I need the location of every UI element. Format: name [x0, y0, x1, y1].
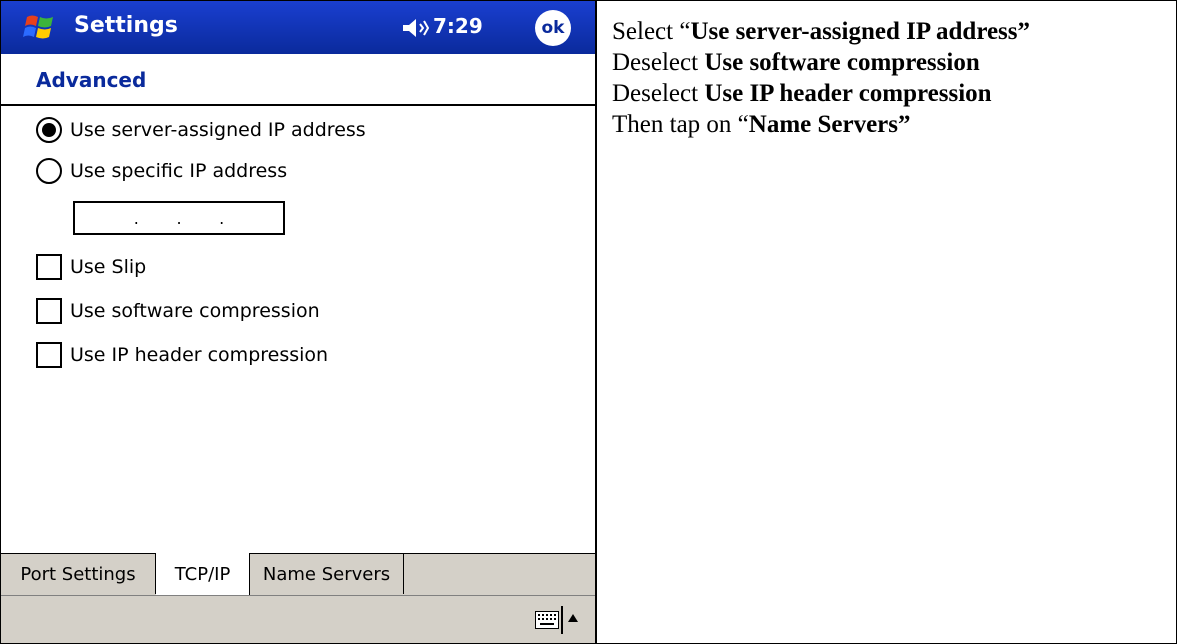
checkbox-label: Use Slip [70, 256, 147, 278]
keyboard-icon[interactable] [535, 611, 559, 629]
checkbox-use-slip[interactable]: Use Slip [36, 254, 146, 280]
instruction-pre: Deselect [612, 49, 705, 76]
instruction-line: Then tap on “Name Servers” [612, 109, 1172, 140]
radio-label: Use server-assigned IP address [70, 119, 366, 141]
windows-start-icon[interactable] [23, 11, 57, 43]
tab-port-settings[interactable]: Port Settings [1, 554, 156, 594]
column-divider [595, 0, 597, 644]
command-bar [1, 595, 595, 643]
arrow-up-icon[interactable] [567, 613, 579, 623]
app-title: Settings [74, 13, 178, 38]
separator [561, 606, 563, 634]
checkbox[interactable] [36, 298, 62, 324]
radio-button[interactable] [36, 158, 62, 184]
clock-time[interactable]: 7:29 [433, 14, 483, 38]
instruction-bold: Use software compression [704, 49, 980, 76]
tab-label: TCP/IP [174, 564, 231, 585]
ip-dot: . [219, 208, 225, 228]
instruction-bold: Name Servers” [748, 111, 911, 138]
tab-label: Port Settings [20, 563, 136, 585]
instruction-line: Select “Use server-assigned IP address” [612, 16, 1172, 47]
speaker-icon[interactable] [401, 16, 429, 40]
page-title: Advanced [36, 68, 147, 92]
checkbox-use-ip-header-compression[interactable]: Use IP header compression [36, 342, 328, 368]
radio-use-server-assigned-ip[interactable]: Use server-assigned IP address [36, 117, 366, 143]
checkbox-label: Use software compression [70, 300, 320, 322]
ip-dot: . [176, 208, 182, 228]
tab-name-servers[interactable]: Name Servers [250, 554, 404, 594]
title-bar: Settings 7:29 ok [1, 1, 595, 54]
radio-button-selected[interactable] [36, 117, 62, 143]
ok-button[interactable]: ok [535, 10, 571, 46]
tab-bar: Port Settings TCP/IP Name Servers [1, 553, 595, 596]
instruction-pre: Select “ [612, 18, 691, 45]
ip-address-field[interactable]: . . . [73, 201, 285, 235]
tab-label: Name Servers [262, 563, 391, 585]
radio-use-specific-ip[interactable]: Use specific IP address [36, 158, 287, 184]
instruction-pre: Deselect [612, 80, 705, 107]
checkbox-label: Use IP header compression [70, 344, 329, 366]
tab-tcp-ip[interactable]: TCP/IP [156, 553, 250, 596]
instruction-line: Deselect Use IP header compression [612, 78, 1172, 109]
ip-dot: . [133, 208, 139, 228]
checkbox[interactable] [36, 342, 62, 368]
radio-label: Use specific IP address [70, 160, 288, 182]
instruction-pre: Then tap on “ [612, 111, 749, 138]
pocket-pc-screen: Settings 7:29 ok Advanced Use server-ass… [1, 1, 595, 643]
instruction-bold: Use IP header compression [704, 80, 992, 107]
ok-label: ok [541, 18, 565, 38]
instructions: Select “Use server-assigned IP address” … [612, 16, 1172, 140]
instruction-bold: Use server-assigned IP address” [690, 18, 1031, 45]
instruction-line: Deselect Use software compression [612, 47, 1172, 78]
page-header: Advanced [1, 54, 595, 106]
checkbox-use-software-compression[interactable]: Use software compression [36, 298, 320, 324]
checkbox[interactable] [36, 254, 62, 280]
radio-dot [42, 123, 56, 137]
